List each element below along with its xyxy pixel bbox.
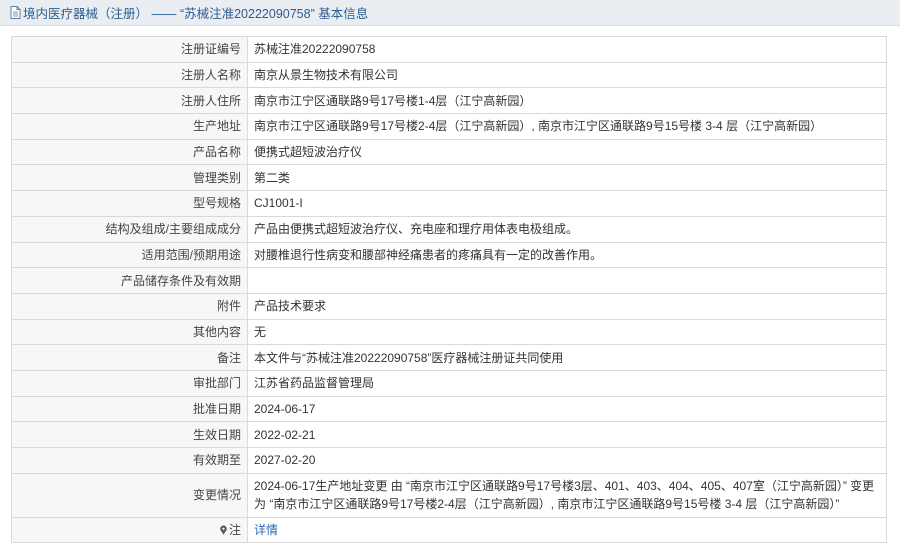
field-value: 2024-06-17 — [247, 395, 887, 423]
field-label: 批准日期 — [11, 395, 248, 423]
field-value: 产品技术要求 — [247, 292, 887, 320]
field-label: 注册人住所 — [11, 87, 248, 115]
field-value: 南京市江宁区通联路9号17号楼2-4层（江宁高新园）, 南京市江宁区通联路9号1… — [247, 113, 887, 140]
field-value: 第二类 — [247, 164, 887, 192]
field-label: 管理类别 — [11, 164, 248, 192]
field-value: 2024-06-17生产地址变更 由 “南京市江宁区通联路9号17号楼3层、40… — [247, 472, 887, 518]
page-header: 境内医疗器械（注册） —— “苏械注准20222090758” 基本信息 — [0, 0, 900, 26]
table-row: 注册人住所 南京市江宁区通联路9号17号楼1-4层（江宁高新园） — [11, 87, 887, 115]
field-label: 适用范围/预期用途 — [11, 241, 248, 269]
table-row: 产品储存条件及有效期 — [11, 267, 887, 294]
field-label: 变更情况 — [11, 472, 248, 518]
field-value — [247, 267, 887, 294]
field-label: 结构及组成/主要组成成分 — [11, 215, 248, 243]
field-label: 生产地址 — [11, 113, 248, 140]
note-value-cell: 详情 — [247, 516, 887, 544]
table-row: 备注 本文件与“苏械注准20222090758”医疗器械注册证共同使用 — [11, 344, 887, 371]
field-value: 南京市江宁区通联路9号17号楼1-4层（江宁高新园） — [247, 87, 887, 115]
field-value: 2022-02-21 — [247, 421, 887, 448]
table-row: 适用范围/预期用途 对腰椎退行性病变和腰部神经痛患者的疼痛具有一定的改善作用。 — [11, 241, 887, 269]
table-row: 审批部门 江苏省药品监督管理局 — [11, 369, 887, 397]
field-value: 对腰椎退行性病变和腰部神经痛患者的疼痛具有一定的改善作用。 — [247, 241, 887, 269]
field-value: 本文件与“苏械注准20222090758”医疗器械注册证共同使用 — [247, 344, 887, 371]
field-label: 生效日期 — [11, 421, 248, 448]
details-link[interactable]: 详情 — [254, 523, 278, 537]
page-title: 境内医疗器械（注册） —— “苏械注准20222090758” 基本信息 — [23, 7, 369, 21]
pin-icon — [220, 525, 227, 535]
table-row: 型号规格 CJ1001-I — [11, 190, 887, 217]
field-label: 产品储存条件及有效期 — [11, 267, 248, 294]
field-label: 有效期至 — [11, 447, 248, 474]
registration-info-table: 注册证编号 苏械注准20222090758 注册人名称 南京从景生物技术有限公司… — [11, 36, 887, 544]
field-label: 注册证编号 — [11, 36, 248, 63]
field-label: 其他内容 — [11, 318, 248, 346]
note-label: 注 — [219, 521, 241, 539]
note-label-text: 注 — [228, 522, 241, 537]
table-row: 变更情况 2024-06-17生产地址变更 由 “南京市江宁区通联路9号17号楼… — [11, 472, 887, 518]
field-label: 注册人名称 — [11, 61, 248, 89]
field-label: 审批部门 — [11, 369, 248, 397]
field-label: 产品名称 — [11, 138, 248, 166]
field-value: 产品由便携式超短波治疗仪、充电座和理疗用体表电极组成。 — [247, 215, 887, 243]
table-row: 生效日期 2022-02-21 — [11, 421, 887, 448]
field-value: 苏械注准20222090758 — [247, 36, 887, 63]
table-row: 附件 产品技术要求 — [11, 292, 887, 320]
table-row: 注册人名称 南京从景生物技术有限公司 — [11, 61, 887, 89]
table-row: 产品名称 便携式超短波治疗仪 — [11, 138, 887, 166]
field-value: 江苏省药品监督管理局 — [247, 369, 887, 397]
field-value: CJ1001-I — [247, 190, 887, 217]
field-label: 附件 — [11, 292, 248, 320]
field-value: 便携式超短波治疗仪 — [247, 138, 887, 166]
table-row: 批准日期 2024-06-17 — [11, 395, 887, 423]
table-row: 其他内容 无 — [11, 318, 887, 346]
field-value: 无 — [247, 318, 887, 346]
field-value: 2027-02-20 — [247, 447, 887, 474]
document-icon — [10, 6, 21, 19]
table-row-note: 注 详情 — [11, 516, 887, 544]
note-label-cell: 注 — [11, 516, 248, 544]
table-row: 管理类别 第二类 — [11, 164, 887, 192]
field-label: 备注 — [11, 344, 248, 371]
field-label: 型号规格 — [11, 190, 248, 217]
table-row: 结构及组成/主要组成成分 产品由便携式超短波治疗仪、充电座和理疗用体表电极组成。 — [11, 215, 887, 243]
field-value: 南京从景生物技术有限公司 — [247, 61, 887, 89]
table-row: 有效期至 2027-02-20 — [11, 447, 887, 474]
table-row: 生产地址 南京市江宁区通联路9号17号楼2-4层（江宁高新园）, 南京市江宁区通… — [11, 113, 887, 140]
table-row: 注册证编号 苏械注准20222090758 — [11, 36, 887, 63]
